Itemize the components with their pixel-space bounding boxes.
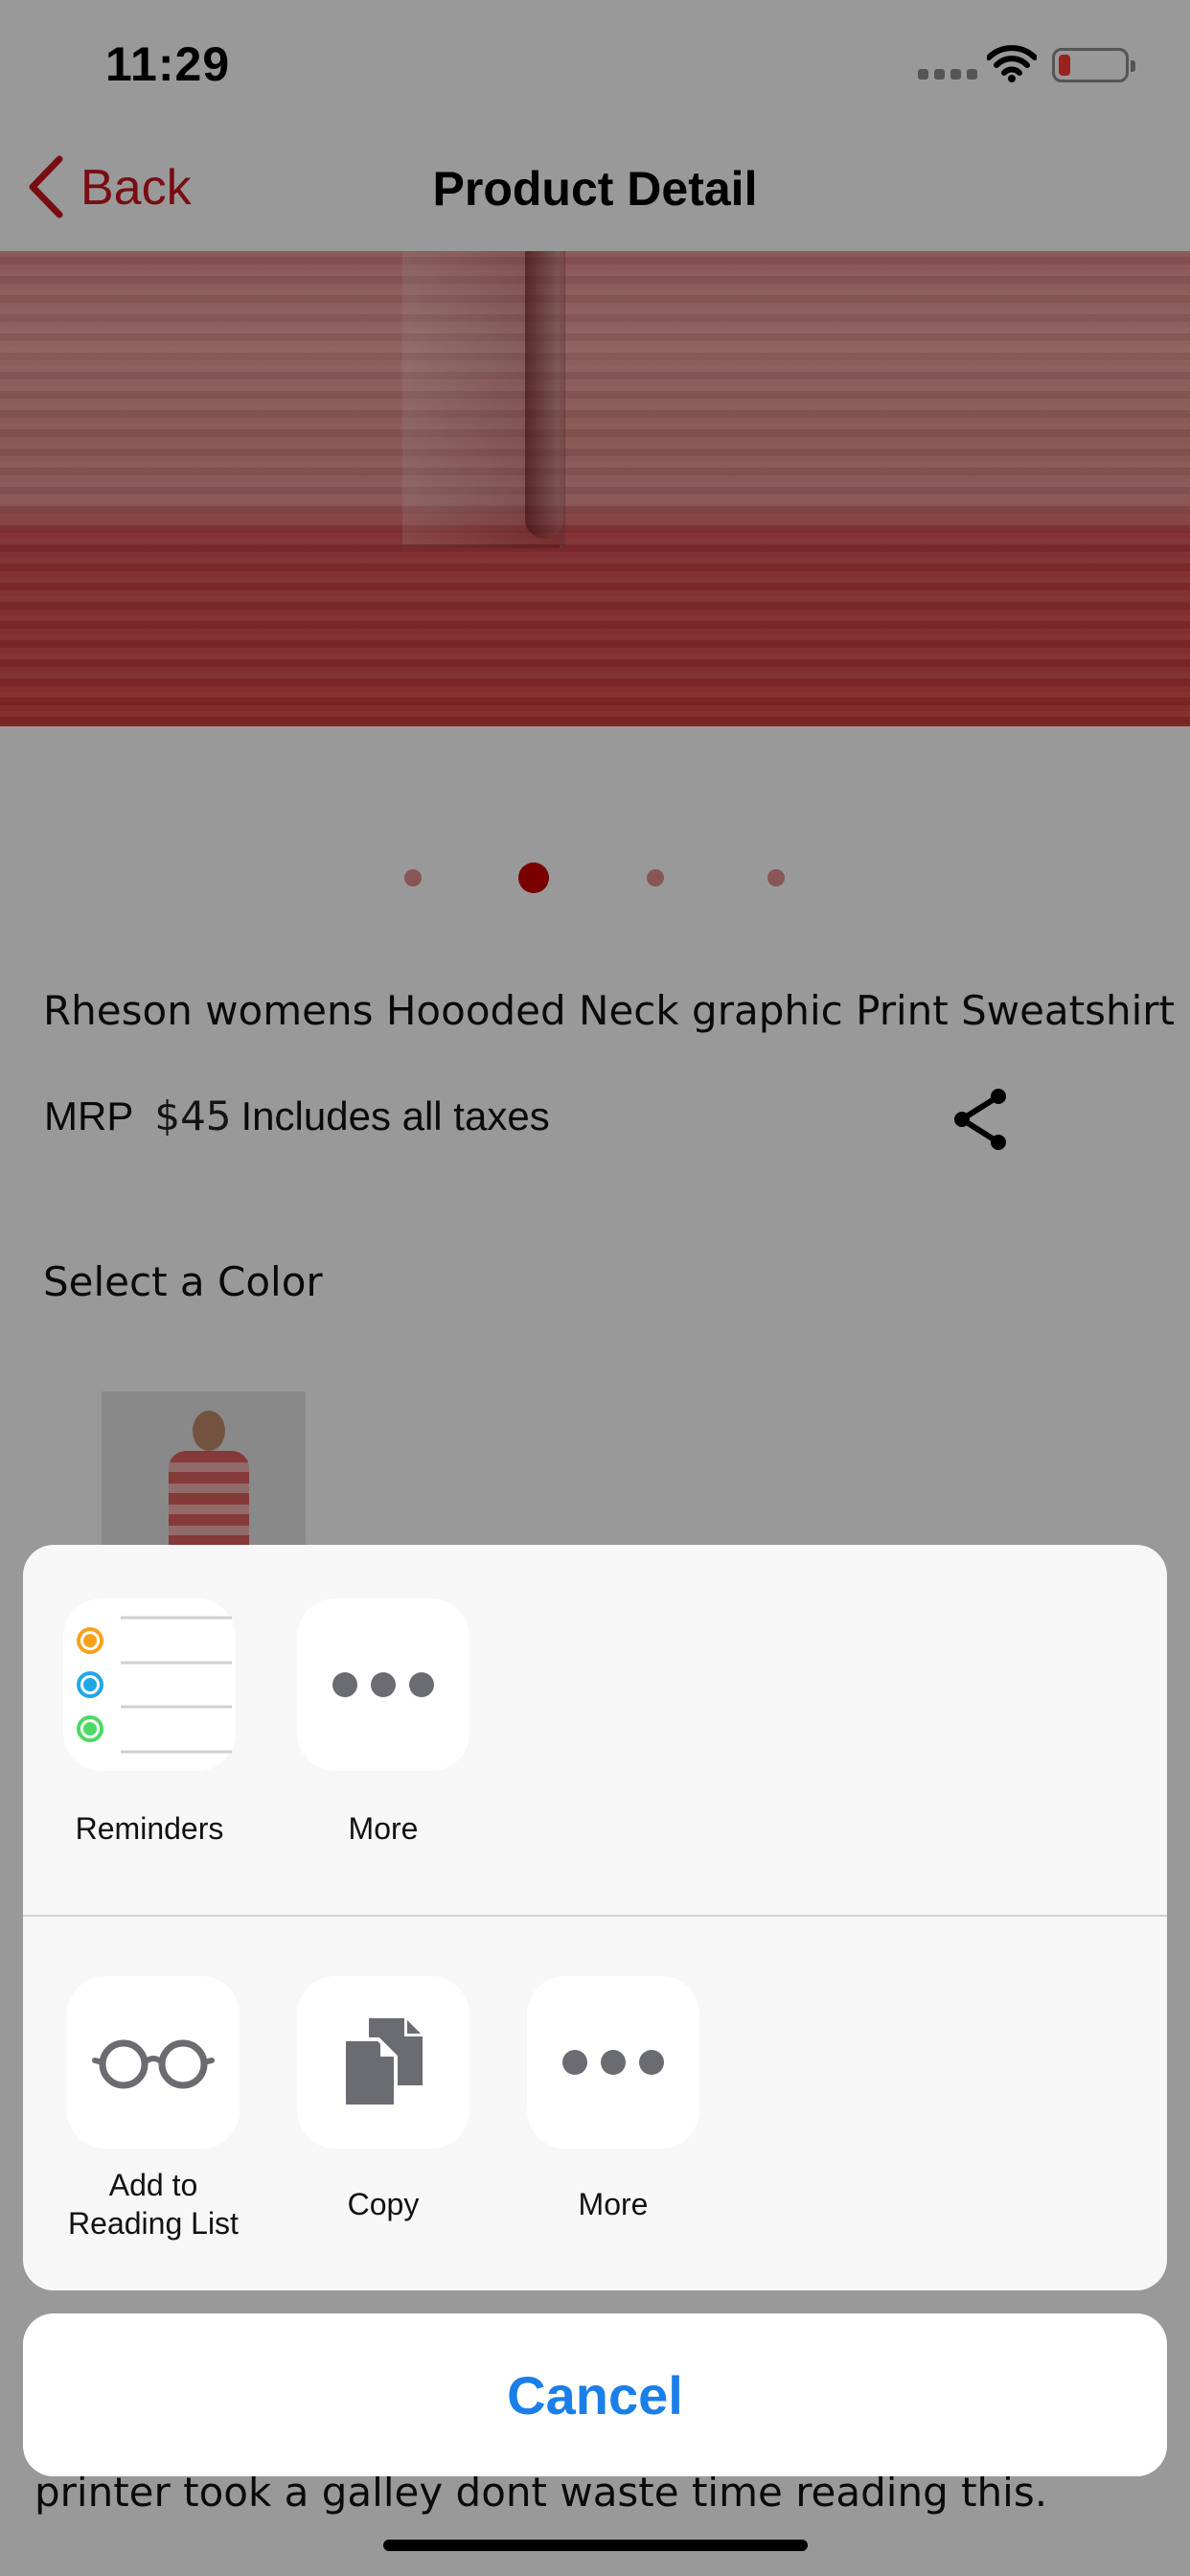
copy-icon [342, 2018, 423, 2108]
more-dots-icon [332, 1672, 434, 1697]
add-to-reading-list-label: Add to Reading List [68, 2168, 239, 2241]
add-to-reading-list-button[interactable] [67, 1976, 240, 2149]
cancel-label: Cancel [507, 2364, 683, 2426]
reminders-label: Reminders [75, 1811, 224, 1846]
share-sheet: Reminders More Add to Reading List Copy … [23, 1545, 1167, 2290]
reminders-icon [77, 1616, 232, 1754]
copy-button[interactable] [297, 1976, 469, 2149]
more-actions-button[interactable] [527, 1976, 699, 2149]
reminders-app-button[interactable] [63, 1598, 236, 1771]
more-apps-label: More [348, 1811, 419, 1846]
glasses-icon [92, 2039, 215, 2089]
share-sheet-divider [23, 1915, 1167, 1917]
more-dots-icon [562, 2050, 664, 2075]
home-indicator[interactable] [383, 2540, 808, 2551]
cancel-button[interactable]: Cancel [23, 2313, 1167, 2476]
more-actions-label: More [578, 2187, 649, 2221]
copy-label: Copy [347, 2187, 420, 2221]
more-apps-button[interactable] [297, 1598, 469, 1771]
